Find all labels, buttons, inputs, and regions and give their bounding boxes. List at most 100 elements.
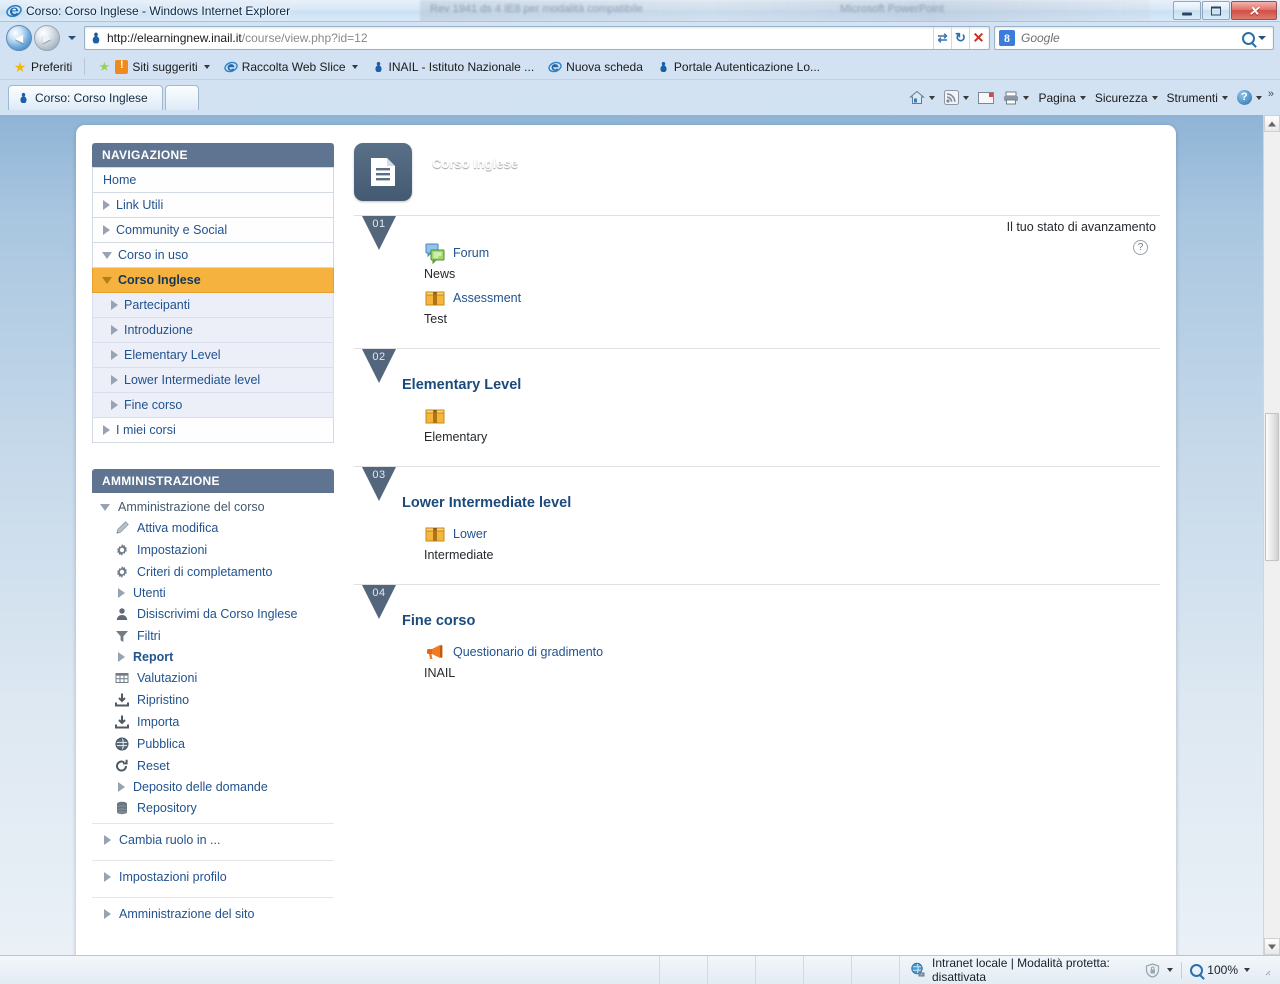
feeds-icon xyxy=(944,90,960,105)
activity-name[interactable]: Lower xyxy=(453,527,487,541)
stop-button[interactable]: ✕ xyxy=(969,27,987,49)
nav-item-home[interactable]: Home xyxy=(92,167,334,193)
favorite-portale-autenticazione[interactable]: Portale Autenticazione Lo... xyxy=(652,58,825,76)
nav-link[interactable]: I miei corsi xyxy=(93,418,333,442)
favorite-inail[interactable]: INAIL - Istituto Nazionale ... xyxy=(367,58,540,76)
nav-item-fine-corso[interactable]: Fine corso xyxy=(92,393,334,418)
activity-name[interactable]: Forum xyxy=(453,246,489,260)
scroll-down-button[interactable] xyxy=(1264,938,1280,955)
refresh-button[interactable]: ↻ xyxy=(951,27,969,49)
admin-item-importa[interactable]: Importa xyxy=(92,711,334,733)
nav-link[interactable]: Community e Social xyxy=(93,218,333,242)
admin-label: Utenti xyxy=(133,586,166,600)
minimize-button[interactable] xyxy=(1173,1,1201,20)
security-zone[interactable]: Intranet locale | Modalità protetta: dis… xyxy=(900,956,1144,984)
maximize-button[interactable] xyxy=(1202,1,1230,20)
chevron-down-icon[interactable] xyxy=(929,95,936,100)
nav-item-lower-intermediate-level[interactable]: Lower Intermediate level xyxy=(92,368,334,393)
chevron-down-icon[interactable] xyxy=(1023,95,1030,100)
admin-item-valutazioni[interactable]: Valutazioni xyxy=(92,667,334,689)
nav-link[interactable]: Link Utili xyxy=(93,193,333,217)
tab-corso-inglese[interactable]: Corso: Corso Inglese xyxy=(8,85,163,110)
nav-item-elementary-level[interactable]: Elementary Level xyxy=(92,343,334,368)
admin-item-criteri-di-completamento[interactable]: Criteri di completamento xyxy=(92,561,334,583)
chevron-down-icon[interactable] xyxy=(1167,968,1174,972)
admin-item-ripristino[interactable]: Ripristino xyxy=(92,689,334,711)
nav-link[interactable]: Elementary Level xyxy=(93,343,333,367)
admin-item-cambia-ruolo-in[interactable]: Cambia ruolo in ... xyxy=(92,823,334,856)
admin-item-reset[interactable]: Reset xyxy=(92,755,334,777)
admin-item-pubblica[interactable]: Pubblica xyxy=(92,733,334,755)
favorites-button[interactable]: ★ Preferiti xyxy=(8,58,77,76)
read-mail-button[interactable] xyxy=(975,90,997,106)
admin-item-repository[interactable]: Repository xyxy=(92,797,334,819)
favorite-new-tab[interactable]: Nuova scheda xyxy=(543,58,648,76)
admin-item-impostazioni[interactable]: Impostazioni xyxy=(92,539,334,561)
feeds-button[interactable] xyxy=(941,88,972,107)
admin-item-utenti[interactable]: Utenti xyxy=(92,583,334,603)
admin-item-deposito-delle-domande[interactable]: Deposito delle domande xyxy=(92,777,334,797)
tools-menu-button[interactable]: Strumenti xyxy=(1164,89,1231,107)
activity-subtitle[interactable]: Test xyxy=(424,312,1160,326)
favorite-web-slice[interactable]: Raccolta Web Slice xyxy=(219,58,363,76)
favorite-label: Nuova scheda xyxy=(566,59,643,74)
nav-link[interactable]: Fine corso xyxy=(93,393,333,417)
admin-item-impostazioni-profilo[interactable]: Impostazioni profilo xyxy=(92,860,334,893)
help-menu-button[interactable]: ? xyxy=(1234,88,1265,107)
favorite-suggested-sites[interactable]: ★ Siti suggeriti xyxy=(92,58,214,76)
chevron-right-icon xyxy=(103,200,110,210)
search-icon[interactable] xyxy=(1242,31,1255,45)
activity-name[interactable]: Assessment xyxy=(453,291,521,305)
scrollbar-thumb[interactable] xyxy=(1265,413,1279,561)
back-button[interactable]: ◄ xyxy=(6,25,32,51)
activity-subtitle[interactable]: INAIL xyxy=(424,666,1160,680)
page-menu-button[interactable]: Pagina xyxy=(1035,89,1088,107)
new-tab-button[interactable] xyxy=(164,85,199,110)
close-button[interactable]: ✕ xyxy=(1231,1,1277,20)
nav-item-community-e-social[interactable]: Community e Social xyxy=(92,218,334,243)
home-button[interactable] xyxy=(906,88,938,107)
admin-item-report[interactable]: Report xyxy=(92,647,334,667)
vertical-scrollbar[interactable] xyxy=(1263,115,1280,955)
search-input[interactable]: Google xyxy=(1015,31,1242,45)
nav-link[interactable]: Corso Inglese xyxy=(93,268,333,292)
nav-link[interactable]: Lower Intermediate level xyxy=(93,368,333,392)
security-menu-button[interactable]: Sicurezza xyxy=(1092,89,1161,107)
nav-item-partecipanti[interactable]: Partecipanti xyxy=(92,293,334,318)
nav-item-i-miei-corsi[interactable]: I miei corsi xyxy=(92,418,334,443)
activity-subtitle[interactable]: News xyxy=(424,267,1160,281)
chevron-down-icon[interactable] xyxy=(1244,968,1250,972)
search-provider-dropdown[interactable] xyxy=(1255,28,1269,48)
admin-item-amministrazione-del-corso[interactable]: Amministrazione del corso xyxy=(92,497,334,517)
resize-grip[interactable] xyxy=(1258,963,1272,977)
activity-subtitle[interactable]: Intermediate xyxy=(424,548,1160,562)
admin-item-disiscrivimi[interactable]: Disiscrivimi da Corso Inglese xyxy=(92,603,334,625)
admin-item-filtri[interactable]: Filtri xyxy=(92,625,334,647)
nav-link[interactable]: Corso in uso xyxy=(93,243,333,267)
activity-list: Forum News Assessment Test xyxy=(424,242,1160,326)
nav-item-introduzione[interactable]: Introduzione xyxy=(92,318,334,343)
compatibility-view-button[interactable]: ⇄ xyxy=(933,27,951,49)
scroll-up-button[interactable] xyxy=(1264,115,1280,132)
nav-link[interactable]: Home xyxy=(93,168,333,192)
nav-link[interactable]: Partecipanti xyxy=(93,293,333,317)
activity-subtitle[interactable]: Elementary xyxy=(424,430,1160,444)
nav-item-link-utili[interactable]: Link Utili xyxy=(92,193,334,218)
admin-item-attiva-modifica[interactable]: Attiva modifica xyxy=(92,517,334,539)
publish-globe-icon xyxy=(115,737,129,751)
status-cells xyxy=(0,955,900,984)
nav-item-corso-in-uso[interactable]: Corso in uso xyxy=(92,243,334,268)
chevron-down-icon[interactable] xyxy=(963,95,970,100)
print-button[interactable] xyxy=(1000,89,1032,107)
chevron-right-icon xyxy=(111,325,118,335)
zoom-magnifier-icon[interactable] xyxy=(1190,963,1204,977)
address-bar[interactable]: http://elearningnew.inail.it/course/view… xyxy=(84,26,990,50)
forward-button[interactable]: ► xyxy=(34,25,60,51)
activity-name[interactable]: Questionario di gradimento xyxy=(453,645,603,659)
search-box[interactable]: 8 Google xyxy=(994,26,1274,50)
nav-item-corso-inglese[interactable]: Corso Inglese xyxy=(92,268,334,293)
admin-item-amministrazione-del-sito[interactable]: Amministrazione del sito xyxy=(92,897,334,930)
overflow-chevron-icon[interactable]: » xyxy=(1268,88,1274,100)
nav-link[interactable]: Introduzione xyxy=(93,318,333,342)
history-dropdown-button[interactable] xyxy=(64,25,80,51)
